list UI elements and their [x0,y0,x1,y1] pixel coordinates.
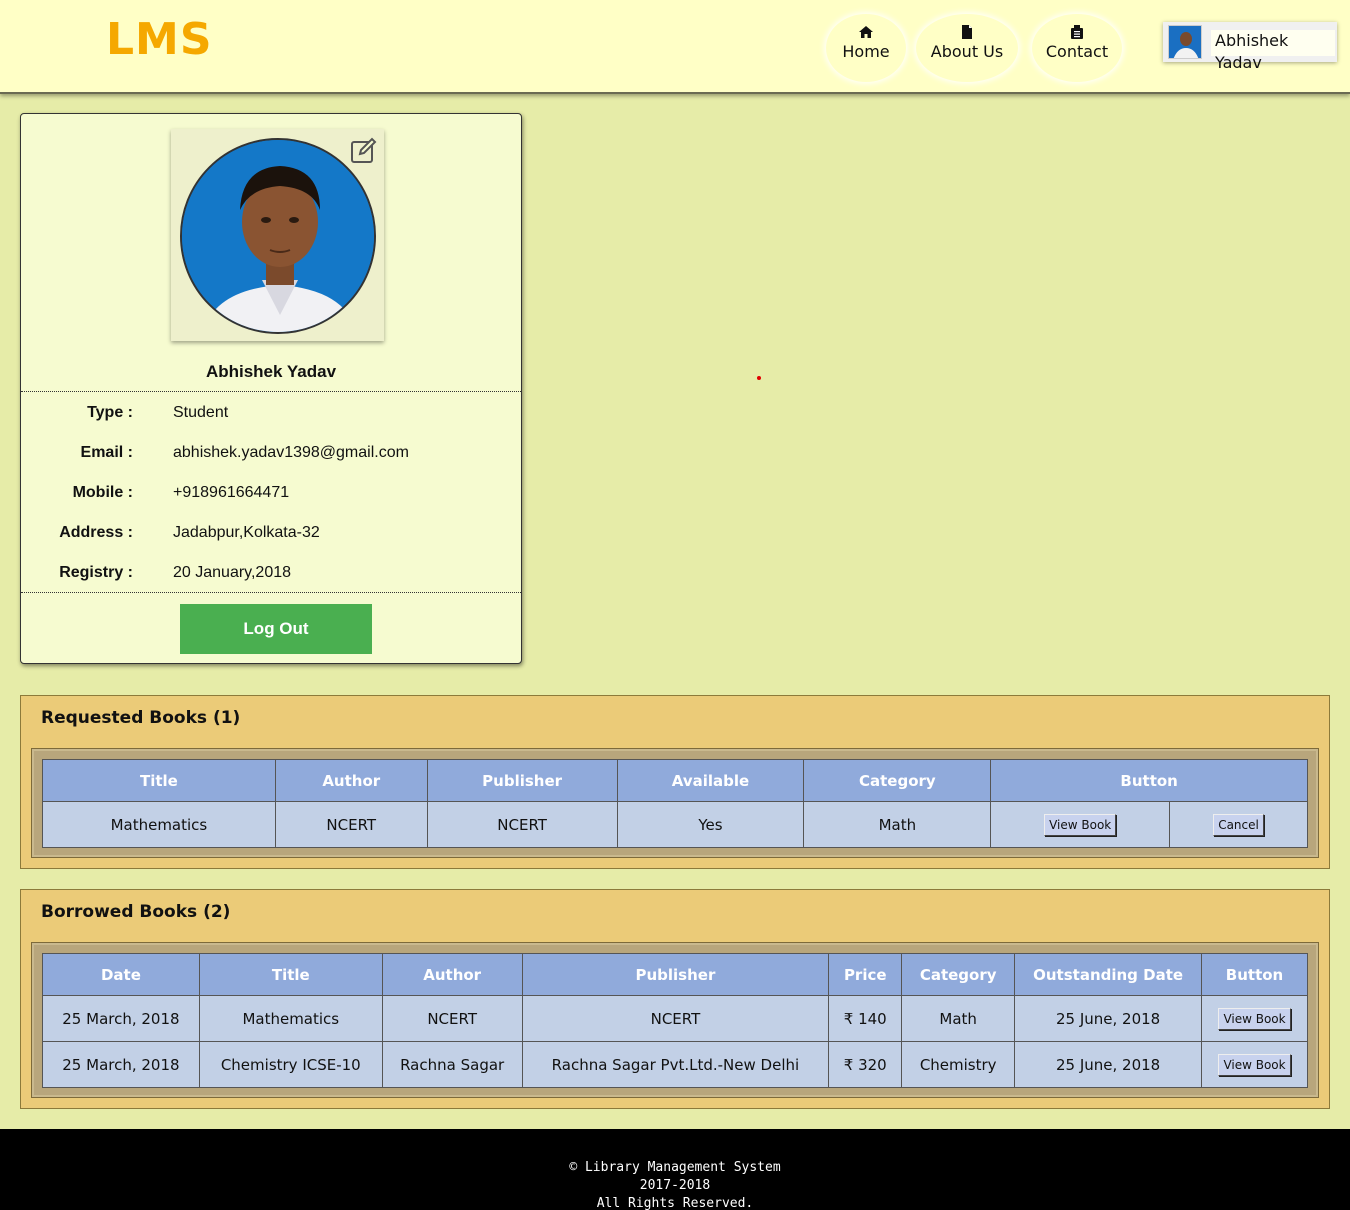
cell-price: ₹ 140 [828,995,903,1042]
view-book-button[interactable]: View Book [1218,1007,1291,1030]
borrowed-books-section: Borrowed Books (2) Date Title Author Pub… [20,889,1330,1109]
borrowed-books-table: Date Title Author Publisher Price Catego… [42,953,1308,1088]
footer-years: 2017-2018 [639,1178,711,1193]
column-header: Author [274,759,428,802]
footer-rights: All Rights Reserved. [596,1196,754,1210]
cell-author: NCERT [381,995,523,1042]
cell-category: Math [901,995,1016,1042]
profile-name: Abhishek Yadav [205,362,337,381]
column-header: Button [990,759,1308,802]
cell-outstanding-date: 25 June, 2018 [1014,995,1203,1042]
table-row: 25 March, 2018 Mathematics NCERT NCERT ₹… [42,995,1308,1042]
page-footer: © Library Management System 2017-2018 Al… [0,1129,1350,1210]
cell-publisher: NCERT [426,801,618,848]
cell-publisher: NCERT [521,995,830,1042]
table-row: Mathematics NCERT NCERT Yes Math View Bo… [42,801,1308,848]
info-value: Jadabpur,Kolkata-32 [173,524,320,541]
user-name: Abhishek Yadav [1211,30,1335,72]
table-header-row: Date Title Author Publisher Price Catego… [42,953,1308,996]
cell-price: ₹ 320 [828,1041,903,1088]
cell-outstanding-date: 25 June, 2018 [1014,1041,1203,1088]
divider [21,592,521,593]
nav-home-label: Home [842,42,890,61]
column-header: Author [381,953,523,996]
profile-photo [180,138,376,334]
info-row-email: Email : abhishek.yadav1398@gmail.com [21,444,521,468]
cell-available: Yes [616,801,805,848]
nav-contact-label: Contact [1045,42,1109,61]
column-header: Category [803,759,992,802]
info-row-type: Type : Student [21,404,521,428]
cell-button: View Book [1201,1041,1308,1088]
requested-books-table: Title Author Publisher Available Categor… [42,759,1308,848]
info-row-mobile: Mobile : +918961664471 [21,484,521,508]
user-avatar [1168,25,1202,59]
cell-title: Mathematics [198,995,383,1042]
nav-about-label: About Us [930,42,1004,61]
cell-author: Rachna Sagar [381,1041,523,1088]
borrowed-table-frame: Date Title Author Publisher Price Catego… [31,942,1319,1098]
cell-category: Math [803,801,992,848]
cell-title: Chemistry ICSE-10 [198,1041,383,1088]
column-header: Date [42,953,200,996]
cell-date: 25 March, 2018 [42,995,200,1042]
cell-view: View Book [990,801,1171,848]
info-row-address: Address : Jadabpur,Kolkata-32 [21,524,521,548]
column-header: Publisher [426,759,618,802]
info-label: Email : [80,444,133,461]
info-value: Student [173,404,229,421]
nav-contact[interactable]: Contact [1032,14,1122,82]
info-value: 20 January,2018 [173,564,292,581]
info-label: Type : [87,404,133,421]
view-book-button[interactable]: View Book [1044,813,1117,836]
info-value: abhishek.yadav1398@gmail.com [173,444,409,461]
profile-photo-frame [171,129,384,341]
cell-title: Mathematics [42,801,276,848]
column-header: Available [616,759,805,802]
profile-card: Abhishek Yadav Type : Student Email : ab… [20,113,522,664]
view-book-button[interactable]: View Book [1218,1053,1291,1076]
cell-button: View Book [1201,995,1308,1042]
column-header: Price [828,953,903,996]
table-row: 25 March, 2018 Chemistry ICSE-10 Rachna … [42,1041,1308,1088]
column-header: Category [901,953,1016,996]
user-menu[interactable]: Abhishek Yadav [1163,22,1337,72]
cell-category: Chemistry [901,1041,1016,1088]
requested-books-section: Requested Books (1) Title Author Publish… [20,695,1330,869]
nav-about-us[interactable]: About Us [916,14,1018,82]
requested-books-heading: Requested Books (1) [41,708,241,728]
cursor-dot [757,376,761,380]
cancel-request-button[interactable]: Cancel [1213,813,1264,836]
app-logo[interactable]: LMS [106,14,213,65]
info-row-registry: Registry : 20 January,2018 [21,564,521,588]
cell-author: NCERT [274,801,428,848]
column-header: Title [42,759,276,802]
top-header: LMS Home About Us Contact Abhishek Yadav [0,0,1350,94]
column-header: Outstanding Date [1014,953,1203,996]
nav-home[interactable]: Home [826,14,906,82]
table-header-row: Title Author Publisher Available Categor… [42,759,1308,802]
logout-button[interactable]: Log Out [180,604,372,654]
info-label: Address : [59,524,133,541]
requested-table-frame: Title Author Publisher Available Categor… [31,748,1319,858]
divider [21,391,521,392]
fax-icon [1071,25,1083,39]
document-icon [962,25,972,39]
borrowed-books-heading: Borrowed Books (2) [41,902,231,922]
footer-copyright: © Library Management System [569,1160,781,1175]
info-label: Mobile : [72,484,133,501]
edit-photo-icon[interactable] [349,137,377,165]
column-header: Button [1201,953,1308,996]
column-header: Publisher [521,953,830,996]
info-label: Registry : [59,564,133,581]
home-icon [859,26,873,38]
cell-publisher: Rachna Sagar Pvt.Ltd.-New Delhi [521,1041,830,1088]
cell-date: 25 March, 2018 [42,1041,200,1088]
cell-cancel: Cancel [1169,801,1308,848]
column-header: Title [198,953,383,996]
info-value: +918961664471 [173,484,290,501]
